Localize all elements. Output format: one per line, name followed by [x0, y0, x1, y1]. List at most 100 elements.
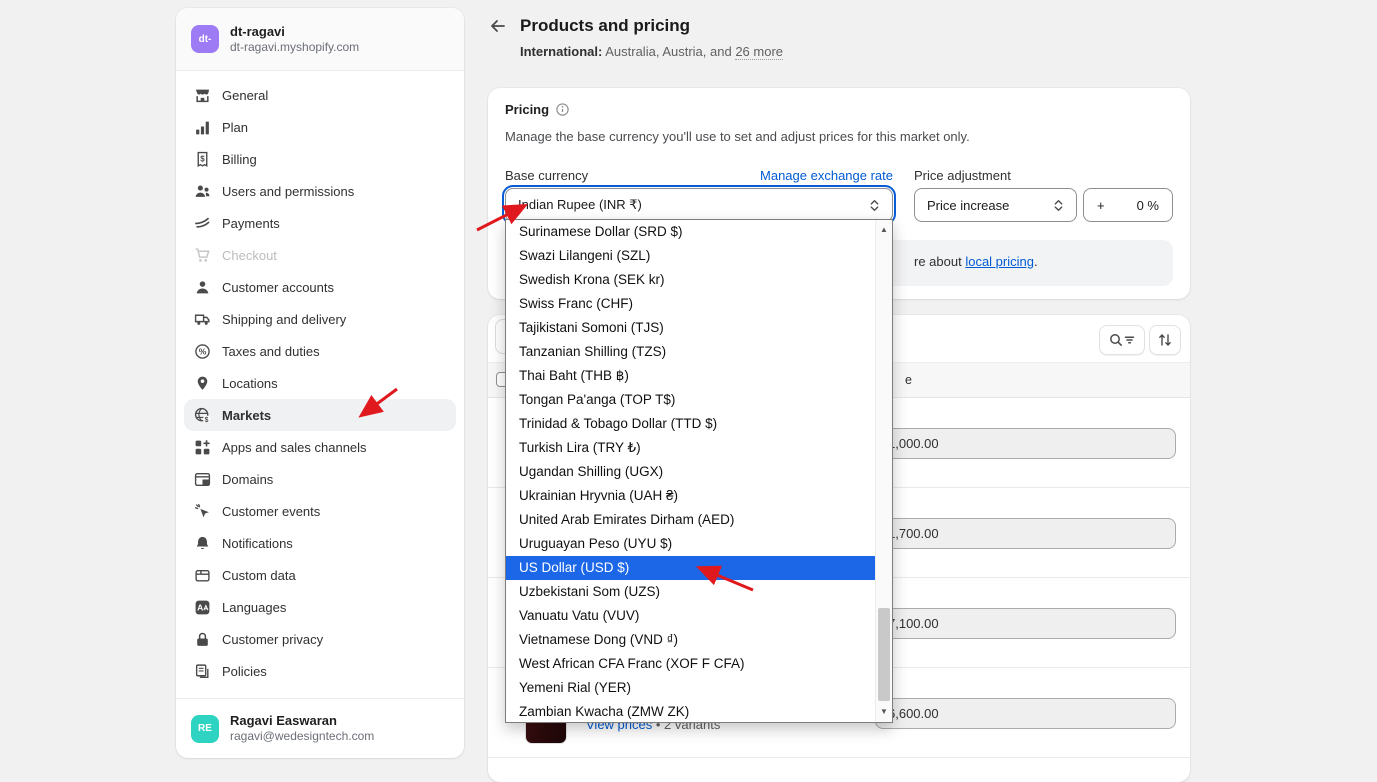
currency-option[interactable]: Vietnamese Dong (VND ₫)	[506, 628, 892, 652]
page-title: Products and pricing	[520, 16, 690, 36]
settings-nav: General Plan $ Billing Users and permissions…	[176, 71, 464, 687]
sidebar-item-label: Domains	[222, 472, 273, 487]
sidebar-item-label: Languages	[222, 600, 286, 615]
currency-option[interactable]: Tongan Pa'anga (TOP T$)	[506, 388, 892, 412]
sidebar-item-payments[interactable]: Payments	[184, 207, 456, 239]
search-filter-icon	[1108, 332, 1136, 348]
store-name: dt-ragavi	[230, 24, 359, 40]
user-account[interactable]: RE Ragavi Easwaran ragavi@wedesigntech.c…	[176, 698, 464, 758]
shipping-truck-icon	[194, 311, 211, 328]
sidebar-item-label: Payments	[222, 216, 280, 231]
price-input[interactable]: 1,700.00	[875, 518, 1176, 549]
sidebar-item-custom-data[interactable]: Custom data	[184, 559, 456, 591]
store-switcher[interactable]: dt- dt-ragavi dt-ragavi.myshopify.com	[176, 8, 464, 71]
domains-icon	[194, 471, 211, 488]
currency-option[interactable]: Swedish Krona (SEK kr)	[506, 268, 892, 292]
currency-option[interactable]: Tajikistani Somoni (TJS)	[506, 316, 892, 340]
sort-button[interactable]	[1149, 325, 1181, 355]
sidebar-item-customer-privacy[interactable]: Customer privacy	[184, 623, 456, 655]
sidebar-item-label: General	[222, 88, 268, 103]
local-pricing-link[interactable]: local pricing	[965, 254, 1034, 269]
payments-icon	[194, 215, 211, 232]
manage-exchange-rate-link[interactable]: Manage exchange rate	[760, 168, 893, 183]
billing-icon: $	[194, 151, 211, 168]
adjustment-value: 0 %	[1137, 198, 1159, 213]
svg-text:$: $	[200, 154, 205, 163]
currency-option[interactable]: Swazi Lilangeni (SZL)	[506, 244, 892, 268]
sidebar-item-markets[interactable]: $Markets	[184, 399, 456, 431]
svg-text:A: A	[197, 602, 203, 612]
svg-text:$: $	[205, 416, 209, 423]
taxes-icon: %	[194, 343, 211, 360]
sidebar-item-plan[interactable]: Plan	[184, 111, 456, 143]
sidebar-item-label: Users and permissions	[222, 184, 354, 199]
currency-option[interactable]: Uzbekistani Som (UZS)	[506, 580, 892, 604]
price-input[interactable]: 6,600.00	[875, 698, 1176, 729]
sidebar-item-label: Taxes and duties	[222, 344, 320, 359]
currency-option[interactable]: Ugandan Shilling (UGX)	[506, 460, 892, 484]
currency-option[interactable]: Ukrainian Hryvnia (UAH ₴)	[506, 484, 892, 508]
sidebar-item-label: Notifications	[222, 536, 293, 551]
checkout-cart-icon	[194, 247, 211, 264]
sidebar-item-languages[interactable]: A Languages	[184, 591, 456, 623]
currency-option[interactable]: Turkish Lira (TRY ₺)	[506, 436, 892, 460]
sidebar-item-domains[interactable]: Domains	[184, 463, 456, 495]
sidebar-item-label: Shipping and delivery	[222, 312, 346, 327]
customer-accounts-icon	[194, 279, 211, 296]
sidebar-item-checkout[interactable]: Checkout	[184, 239, 456, 271]
sidebar-item-label: Customer privacy	[222, 632, 323, 647]
back-arrow-icon[interactable]	[488, 16, 508, 36]
currency-option[interactable]: Surinamese Dollar (SRD $)	[506, 220, 892, 244]
sidebar-item-locations[interactable]: Locations	[184, 367, 456, 399]
price-input[interactable]: 1,000.00	[875, 428, 1176, 459]
sidebar-item-users-and-permissions[interactable]: Users and permissions	[184, 175, 456, 207]
customer-events-icon	[194, 503, 211, 520]
custom-data-icon	[194, 567, 211, 584]
currency-option[interactable]: Yemeni Rial (YER)	[506, 676, 892, 700]
store-icon	[194, 87, 211, 104]
currency-option[interactable]: Swiss Franc (CHF)	[506, 292, 892, 316]
currency-dropdown-list: Surinamese Dollar (SRD $)Swazi Lilangeni…	[505, 219, 893, 723]
adjustment-type-select[interactable]: Price increase	[914, 188, 1077, 222]
currency-option[interactable]: Zambian Kwacha (ZMW ZK)	[506, 700, 892, 724]
dropdown-scrollbar[interactable]: ▲ ▼	[875, 220, 892, 722]
scroll-up-icon[interactable]: ▲	[876, 222, 892, 238]
adjustment-type-value: Price increase	[927, 198, 1009, 213]
sidebar-item-label: Billing	[222, 152, 257, 167]
scroll-down-icon[interactable]: ▼	[876, 704, 892, 720]
scrollbar-thumb[interactable]	[878, 608, 890, 701]
sidebar-item-apps-and-sales-channels[interactable]: Apps and sales channels	[184, 431, 456, 463]
sidebar-item-notifications[interactable]: Notifications	[184, 527, 456, 559]
sidebar-item-policies[interactable]: Policies	[184, 655, 456, 687]
search-filter-button[interactable]	[1099, 325, 1145, 355]
base-currency-label: Base currency	[505, 168, 588, 183]
sidebar-item-taxes-and-duties[interactable]: % Taxes and duties	[184, 335, 456, 367]
sidebar-item-label: Plan	[222, 120, 248, 135]
currency-option[interactable]: United Arab Emirates Dirham (AED)	[506, 508, 892, 532]
currency-option[interactable]: Vanuatu Vatu (VUV)	[506, 604, 892, 628]
currency-option[interactable]: Uruguayan Peso (UYU $)	[506, 532, 892, 556]
currency-option[interactable]: Trinidad & Tobago Dollar (TTD $)	[506, 412, 892, 436]
market-subtitle-label: International:	[520, 44, 602, 59]
page-header: Products and pricing International: Aust…	[488, 16, 1188, 59]
adjustment-percent-input[interactable]: + 0 %	[1083, 188, 1173, 222]
banner-text-partial: re about	[914, 254, 965, 269]
sidebar-item-label: Custom data	[222, 568, 296, 583]
base-currency-select[interactable]: Indian Rupee (INR ₹)	[505, 188, 893, 222]
more-countries-link[interactable]: 26 more	[735, 44, 783, 60]
sidebar-item-customer-events[interactable]: Customer events	[184, 495, 456, 527]
currency-option[interactable]: Tanzanian Shilling (TZS)	[506, 340, 892, 364]
currency-option[interactable]: West African CFA Franc (XOF F CFA)	[506, 652, 892, 676]
sidebar-item-shipping-and-delivery[interactable]: Shipping and delivery	[184, 303, 456, 335]
price-adjustment-label: Price adjustment	[914, 168, 1011, 183]
currency-option[interactable]: Thai Baht (THB ฿)	[506, 364, 892, 388]
market-subtitle: International: Australia, Austria, and 2…	[520, 44, 1188, 59]
info-icon[interactable]	[555, 102, 570, 117]
sidebar-item-general[interactable]: General	[184, 79, 456, 111]
currency-option[interactable]: US Dollar (USD $)	[506, 556, 892, 580]
chevron-updown-icon	[869, 199, 880, 212]
sidebar-item-customer-accounts[interactable]: Customer accounts	[184, 271, 456, 303]
price-input[interactable]: 7,100.00	[875, 608, 1176, 639]
bell-icon	[194, 535, 211, 552]
sidebar-item-billing[interactable]: $ Billing	[184, 143, 456, 175]
